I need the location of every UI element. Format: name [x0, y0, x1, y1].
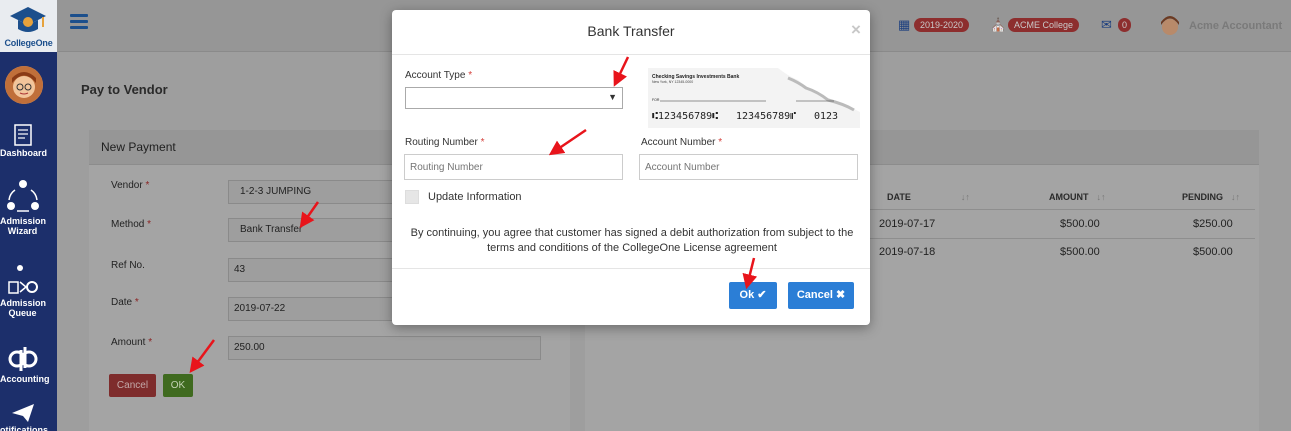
year-badge[interactable]: 2019-2020: [914, 18, 970, 32]
paper-plane-icon: [11, 404, 34, 422]
page-title: Pay to Vendor: [81, 82, 168, 97]
update-information-label: Update Information: [428, 191, 522, 203]
admission-wizard-icon: [6, 180, 39, 212]
sidebar-item-label: Dashboard: [0, 148, 48, 158]
table-divider: [870, 209, 1255, 210]
account-number-input[interactable]: [639, 154, 858, 180]
sidebar-item-label: Admission Queue: [0, 298, 47, 319]
college-badge[interactable]: ACME College: [1008, 18, 1080, 32]
cheque-micr-routing: ⑆123456789⑆: [652, 111, 718, 122]
sidebar-item-notifications[interactable]: otifications: [0, 403, 49, 431]
bank-transfer-modal: Bank Transfer × Account Type * ▼ Checkin…: [392, 10, 870, 325]
sidebar-item-admission-queue[interactable]: Admission Queue: [0, 262, 47, 319]
divider: [392, 54, 870, 55]
amount-label: Amount *: [111, 337, 153, 348]
logo[interactable]: CollegeOne: [0, 0, 57, 52]
brand-name: CollegeOne: [4, 38, 53, 48]
admission-queue-icon: [7, 265, 38, 294]
routing-number-input[interactable]: [404, 154, 623, 180]
sidebar-item-label: Admission Wizard: [0, 216, 47, 237]
table-cell-pending: $500.00: [1193, 246, 1233, 258]
dropdown-caret-icon: ▼: [608, 92, 617, 102]
sort-icon: ↓↑: [1231, 192, 1241, 202]
ref-label: Ref No.: [111, 260, 145, 271]
agreement-text: By continuing, you agree that customer h…: [410, 227, 854, 254]
account-type-label: Account Type *: [405, 70, 473, 81]
update-information-checkbox[interactable]: [405, 190, 419, 204]
menu-toggle-icon[interactable]: [70, 14, 88, 32]
institution-icon: ⛪: [990, 17, 1007, 32]
method-field[interactable]: Bank Transfer: [228, 218, 398, 242]
table-cell-date: 2019-07-18: [879, 246, 936, 258]
cancel-button[interactable]: Cancel ✖: [788, 282, 854, 309]
table-cell-date: 2019-07-17: [879, 218, 936, 230]
method-label: Method *: [111, 219, 152, 230]
sidebar-item-label: otifications: [0, 425, 49, 431]
ok-button[interactable]: Ok ✔: [729, 282, 777, 309]
sidebar-item-label: Accounting: [0, 374, 50, 384]
table-divider: [870, 238, 1255, 239]
sidebar-item-dashboard[interactable]: Dashboard: [0, 124, 48, 158]
user-name[interactable]: Acme Accountant: [1189, 20, 1282, 32]
cheque-for-label: FOR: [652, 98, 660, 102]
cheque-micr-number: 0123: [814, 111, 838, 122]
cancel-button[interactable]: Cancel: [109, 374, 156, 397]
avatar[interactable]: [5, 66, 43, 104]
sidebar: CollegeOne Dashboard Admission Wizard Ad…: [0, 0, 57, 431]
table-cell-pending: $250.00: [1193, 218, 1233, 230]
mail-icon[interactable]: ✉: [1101, 17, 1112, 33]
panel-title: New Payment: [101, 140, 176, 154]
quickbooks-icon: [8, 347, 37, 371]
close-icon[interactable]: ×: [851, 21, 861, 38]
vendor-label: Vendor *: [111, 180, 150, 191]
sidebar-item-accounting[interactable]: Accounting: [0, 346, 50, 384]
user-avatar-icon: [5, 66, 43, 104]
mail-count-badge: 0: [1118, 18, 1132, 32]
account-type-select[interactable]: ▼: [405, 87, 623, 109]
column-header-pending[interactable]: PENDING ↓↑: [1182, 192, 1240, 202]
divider: [392, 268, 870, 269]
sample-cheque-image: Checking Savings Investments Bank New Yo…: [648, 68, 860, 128]
user-avatar-icon[interactable]: [1158, 14, 1182, 40]
date-label: Date *: [111, 297, 139, 308]
account-number-label: Account Number *: [641, 137, 723, 148]
date-field[interactable]: 2019-07-22: [228, 297, 398, 321]
graduation-cap-icon: [10, 7, 46, 32]
dashboard-icon: [13, 124, 32, 146]
table-cell-amount: $500.00: [1060, 218, 1100, 230]
table-cell-amount: $500.00: [1060, 246, 1100, 258]
ref-field[interactable]: 43: [228, 258, 398, 282]
ok-button[interactable]: OK: [163, 374, 193, 397]
cheque-bank-address: New York, NY 12345-0000: [652, 80, 693, 84]
modal-title: Bank Transfer: [587, 23, 675, 39]
routing-number-label: Routing Number *: [405, 137, 485, 148]
vendor-field[interactable]: 1-2-3 JUMPING: [228, 180, 398, 204]
sort-icon: ↓↑: [960, 192, 970, 202]
column-header-date[interactable]: DATE ↓↑: [887, 192, 970, 202]
sidebar-item-admission-wizard[interactable]: Admission Wizard: [0, 178, 47, 237]
amount-field[interactable]: 250.00: [228, 336, 541, 360]
sort-icon: ↓↑: [1096, 192, 1106, 202]
cheque-micr-account: 123456789⑈: [736, 111, 796, 122]
column-header-amount[interactable]: AMOUNT ↓↑: [1049, 192, 1106, 202]
calendar-icon: ▦: [898, 17, 911, 32]
